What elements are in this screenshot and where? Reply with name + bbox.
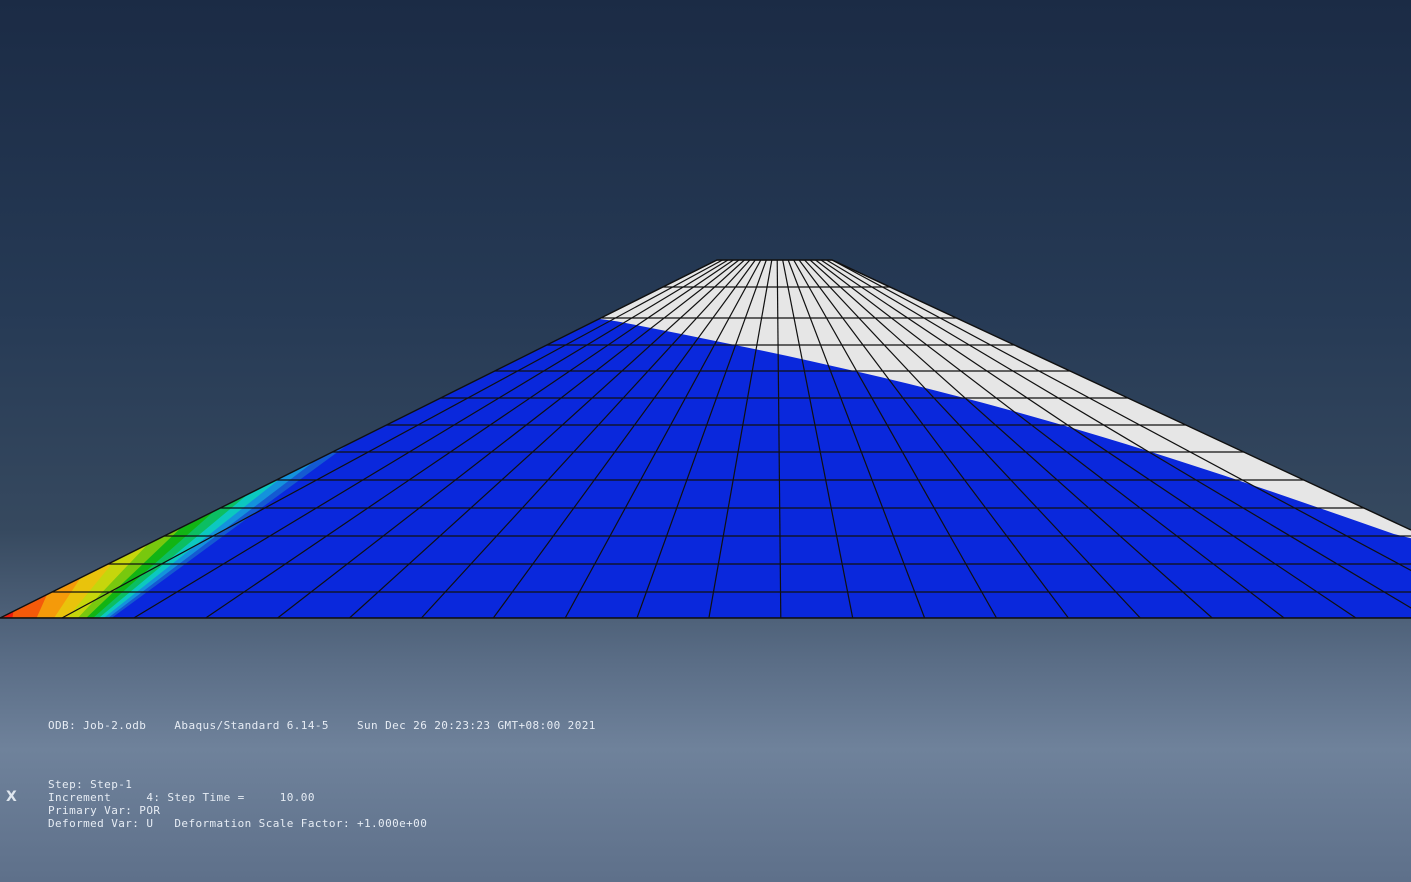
model-viewport[interactable] bbox=[0, 0, 1411, 882]
primary-var-info-line: Primary Var: POR bbox=[48, 804, 161, 817]
odb-info-line: ODB: Job-2.odb Abaqus/Standard 6.14-5 Su… bbox=[48, 719, 596, 732]
increment-info-line: Increment 4: Step Time = 10.00 bbox=[48, 791, 315, 804]
step-info-line: Step: Step-1 bbox=[48, 778, 133, 791]
view-triad-x-axis: X bbox=[6, 789, 17, 805]
deformed-var-info-line: Deformed Var: U Deformation Scale Factor… bbox=[48, 817, 428, 830]
contour-band bbox=[0, 318, 1411, 618]
